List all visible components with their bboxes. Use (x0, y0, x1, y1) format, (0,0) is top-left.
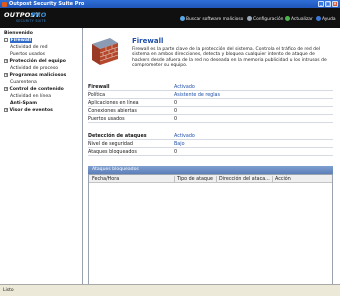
sidebar-item-firewall[interactable]: - Firewall (4, 37, 33, 44)
window-titlebar: Outpost Security Suite Pro _ □ × (0, 0, 340, 8)
sidebar-item-label: Actividad en línea (10, 94, 52, 99)
update-button[interactable]: Actualizar (285, 16, 313, 22)
expand-icon[interactable]: + (4, 58, 8, 63)
column-header-datetime[interactable]: Fecha/Hora (92, 177, 119, 182)
online-apps-row: Aplicaciones en línea 0 (88, 99, 333, 107)
blocked-attacks-value: 0 (174, 149, 178, 155)
sidebar-item-label: Anti-Spam (10, 101, 37, 106)
firewall-label: Firewall (88, 84, 110, 90)
sidebar-item-label: Programas maliciosos (9, 73, 67, 78)
expand-icon[interactable]: + (4, 107, 8, 112)
sidebar-item-label: Protección del equipo (9, 59, 66, 64)
attack-detection-header: Detección de ataques Activado (88, 132, 333, 140)
open-connections-row: Conexiones abiertas 0 (88, 107, 333, 115)
sidebar-item-proteccion-del-equipo[interactable]: + Protección del equipo (4, 58, 66, 65)
online-apps-value: 0 (174, 100, 178, 106)
collapse-icon[interactable]: - (4, 37, 8, 42)
sidebar-item-actividad-de-red[interactable]: Actividad de red (10, 44, 48, 51)
minimize-button[interactable]: _ (318, 1, 324, 7)
app-header: OUTPOST PRO SECURITY SUITE Buscar softwa… (0, 8, 340, 28)
sidebar-item-control-de-contenido[interactable]: + Control de contenido (4, 86, 64, 93)
firewall-description: Firewall es la parte clave de la protecc… (132, 47, 327, 69)
sidebar-item-label: Actividad de proceso (10, 66, 59, 71)
sidebar-item-label: Cuarentena (10, 80, 37, 85)
scan-malware-label: Buscar software malicioso (186, 17, 244, 22)
refresh-icon (285, 16, 290, 21)
sidebar-nav: Bienvenido - Firewall Actividad de red Pu… (0, 28, 83, 284)
update-label: Actualizar (291, 17, 313, 22)
sidebar-item-cuarentena[interactable]: Cuarentena (10, 79, 37, 86)
sidebar-item-label: Control de contenido (9, 87, 64, 92)
used-ports-value: 0 (174, 116, 178, 122)
blocked-attacks-title: Ataques bloqueados (88, 166, 333, 174)
policy-value-link[interactable]: Asistente de reglas (174, 93, 220, 98)
expand-icon[interactable]: + (4, 72, 8, 77)
table-header: Fecha/Hora Tipo de ataque Dirección del … (89, 175, 332, 183)
attack-detection-status-link[interactable]: Activado (174, 134, 195, 139)
sidebar-item-bienvenido[interactable]: Bienvenido (4, 30, 33, 37)
maximize-button[interactable]: □ (325, 1, 331, 7)
firewall-brick-icon (92, 38, 119, 65)
open-connections-label: Conexiones abiertas (88, 108, 137, 114)
sidebar-item-label: Puertos usados (10, 52, 46, 57)
column-header-attack-direction[interactable]: Dirección del ataca... (219, 177, 270, 182)
security-level-row: Nivel de seguridad Bajo (88, 140, 333, 148)
column-divider[interactable] (174, 176, 175, 182)
window-title: Outpost Security Suite Pro (9, 1, 85, 8)
used-ports-row: Puertos usados 0 (88, 115, 333, 123)
scan-malware-button[interactable]: Buscar software malicioso (180, 16, 243, 22)
sidebar-item-programas-maliciosos[interactable]: + Programas maliciosos (4, 72, 66, 79)
sidebar-item-puertos-usados[interactable]: Puertos usados (10, 51, 45, 58)
sidebar-item-actividad-de-proceso[interactable]: Actividad de proceso (10, 65, 58, 72)
attack-detection-label: Detección de ataques (88, 133, 147, 139)
column-divider[interactable] (272, 176, 273, 182)
policy-label: Política (88, 92, 106, 98)
column-header-action[interactable]: Acción (275, 177, 291, 182)
policy-row: Política Asistente de reglas (88, 91, 333, 99)
gear-icon (247, 16, 252, 21)
open-connections-value: 0 (174, 108, 178, 114)
page-title: Firewall (132, 37, 164, 45)
help-button[interactable]: Ayuda (316, 16, 336, 22)
help-label: Ayuda (322, 17, 336, 22)
blocked-attacks-label: Ataques bloqueados (88, 149, 137, 155)
outpost-logo: OUTPOST PRO SECURITY SUITE (4, 11, 50, 23)
security-level-label: Nivel de seguridad (88, 141, 133, 147)
firewall-status-link[interactable]: Activado (174, 85, 195, 90)
security-level-link[interactable]: Bajo (174, 142, 185, 147)
sidebar-item-label: Actividad de red (10, 45, 48, 50)
help-icon (316, 16, 321, 21)
app-icon (2, 1, 7, 7)
blocked-attacks-table[interactable]: Fecha/Hora Tipo de ataque Dirección del … (88, 174, 333, 286)
firewall-section-header: Firewall Activado (88, 83, 333, 91)
sidebar-item-anti-spam[interactable]: Anti-Spam (10, 100, 37, 107)
search-icon (180, 16, 185, 21)
expand-icon[interactable]: + (4, 86, 8, 91)
sidebar-item-actividad-en-linea[interactable]: Actividad en línea (10, 93, 51, 100)
sidebar-item-visor-de-eventos[interactable]: + Visor de eventos (4, 107, 53, 114)
status-bar: Listo (0, 284, 340, 296)
settings-button[interactable]: Configuración (247, 16, 283, 22)
status-text: Listo (3, 288, 14, 293)
sidebar-item-label: Visor de eventos (9, 108, 53, 113)
blocked-attacks-row: Ataques bloqueados 0 (88, 148, 333, 156)
main-panel: Firewall Firewall es la parte clave de l… (83, 28, 340, 286)
close-button[interactable]: × (332, 1, 338, 7)
column-header-attack-type[interactable]: Tipo de ataque (177, 177, 213, 182)
sidebar-item-label: Bienvenido (4, 31, 33, 36)
online-apps-label: Aplicaciones en línea (88, 100, 139, 106)
settings-label: Configuración (253, 17, 284, 22)
logo-tagline: SECURITY SUITE (16, 18, 47, 23)
column-divider[interactable] (216, 176, 217, 182)
sidebar-item-label: Firewall (9, 38, 33, 43)
used-ports-label: Puertos usados (88, 116, 125, 122)
